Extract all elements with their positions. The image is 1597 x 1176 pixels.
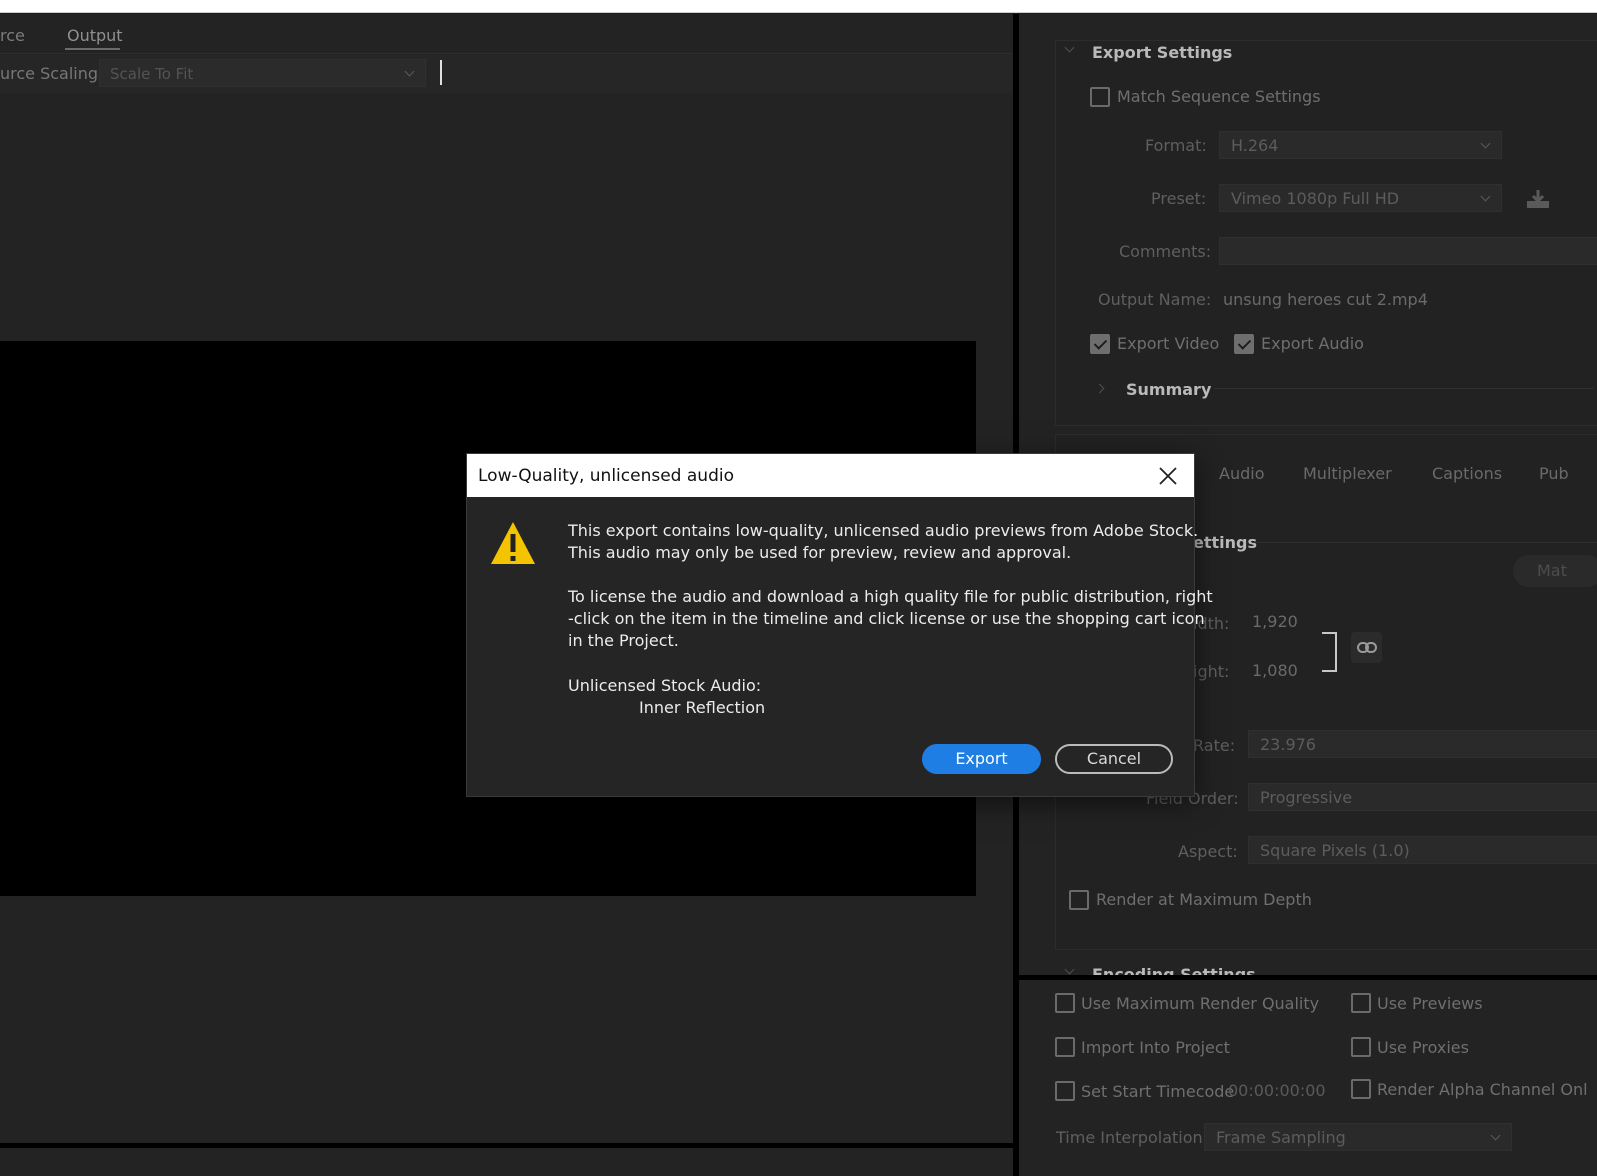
time-interpolation-value: Frame Sampling: [1216, 1128, 1346, 1147]
dialog-message-line: This audio may only be used for preview,…: [568, 543, 1072, 562]
height-value[interactable]: 1,080: [1252, 661, 1298, 680]
unlicensed-track-name: Inner Reflection: [639, 698, 766, 717]
tab-active-underline: [65, 48, 120, 50]
match-sequence-label: Match Sequence Settings: [1117, 87, 1321, 106]
constrain-proportions-button[interactable]: [1351, 632, 1382, 663]
link-icon: [1357, 642, 1377, 653]
time-interpolation-label: Time Interpolation:: [1056, 1128, 1209, 1147]
match-source-label: Mat: [1537, 561, 1567, 580]
export-button[interactable]: Export: [922, 744, 1041, 774]
save-preset-icon[interactable]: [1525, 188, 1551, 214]
import-into-project-label: Import Into Project: [1081, 1038, 1230, 1057]
unlicensed-stock-audio-label: Unlicensed Stock Audio:: [568, 676, 762, 695]
unlicensed-audio-dialog: Low-Quality, unlicensed audio This expor…: [466, 453, 1213, 797]
chevron-down-icon: [1480, 191, 1491, 202]
preset-value: Vimeo 1080p Full HD: [1231, 189, 1400, 208]
source-scaling-label: urce Scaling:: [0, 64, 104, 83]
use-previews-label: Use Previews: [1377, 994, 1483, 1013]
dialog-title-bar: Low-Quality, unlicensed audio: [467, 454, 1194, 497]
window-top-bar: [0, 0, 1597, 13]
export-audio-label: Export Audio: [1261, 334, 1364, 353]
dialog-title: Low-Quality, unlicensed audio: [478, 466, 734, 486]
render-alpha-checkbox[interactable]: [1351, 1079, 1371, 1099]
export-video-label: Export Video: [1117, 334, 1220, 353]
height-label: ight:: [1193, 662, 1230, 681]
frame-rate-dropdown[interactable]: 23.976: [1248, 730, 1597, 758]
preset-dropdown[interactable]: Vimeo 1080p Full HD: [1219, 184, 1502, 212]
left-pane-bottom-rule: [0, 1143, 1013, 1148]
warning-triangle-icon: [490, 520, 536, 570]
tab-source[interactable]: rce: [0, 26, 25, 45]
chevron-down-icon: [1480, 138, 1491, 149]
aspect-value: Square Pixels (1.0): [1260, 841, 1410, 860]
use-proxies-label: Use Proxies: [1377, 1038, 1469, 1057]
field-order-dropdown[interactable]: Progressive: [1248, 783, 1597, 811]
dialog-message-line: This export contains low-quality, unlice…: [568, 521, 1199, 540]
aspect-dropdown[interactable]: Square Pixels (1.0): [1248, 836, 1597, 864]
frame-rate-value: 23.976: [1260, 735, 1316, 754]
render-max-depth-checkbox[interactable]: [1069, 890, 1089, 910]
output-name-link[interactable]: unsung heroes cut 2.mp4: [1223, 290, 1428, 309]
tab-audio[interactable]: Audio: [1219, 464, 1264, 483]
source-scaling-dropdown[interactable]: Scale To Fit: [99, 59, 426, 87]
render-alpha-label: Render Alpha Channel Onl: [1377, 1080, 1588, 1099]
format-label: Format:: [1145, 136, 1207, 155]
start-timecode-value[interactable]: 00:00:00:00: [1228, 1081, 1326, 1100]
format-dropdown[interactable]: H.264: [1219, 131, 1502, 159]
cancel-button[interactable]: Cancel: [1055, 744, 1173, 774]
width-value[interactable]: 1,920: [1252, 612, 1298, 631]
export-settings-title: Export Settings: [1092, 43, 1233, 62]
aspect-link-bracket: [1322, 632, 1337, 672]
match-source-button[interactable]: Mat: [1513, 555, 1597, 587]
source-scaling-value: Scale To Fit: [110, 65, 194, 83]
chevron-down-icon: [1490, 1130, 1501, 1141]
tab-captions[interactable]: Captions: [1432, 464, 1502, 483]
time-interpolation-dropdown[interactable]: Frame Sampling: [1204, 1123, 1512, 1151]
summary-title[interactable]: Summary: [1126, 380, 1211, 399]
text-cursor: [440, 60, 442, 85]
output-name-label: Output Name:: [1098, 290, 1212, 309]
use-previews-checkbox[interactable]: [1351, 993, 1371, 1013]
import-into-project-checkbox[interactable]: [1055, 1037, 1075, 1057]
use-max-render-quality-checkbox[interactable]: [1055, 993, 1075, 1013]
dialog-message-line: -click on the item in the timeline and c…: [568, 609, 1205, 628]
tab-publish[interactable]: Pub: [1539, 464, 1569, 483]
chevron-down-icon: [404, 66, 415, 77]
video-settings-title: ettings: [1193, 533, 1257, 552]
set-start-timecode-checkbox[interactable]: [1055, 1081, 1075, 1101]
left-tab-bar: rce Output: [0, 14, 1013, 54]
tab-multiplexer[interactable]: Multiplexer: [1303, 464, 1392, 483]
preset-label: Preset:: [1151, 189, 1207, 208]
match-sequence-checkbox[interactable]: [1090, 87, 1110, 107]
tab-output[interactable]: Output: [67, 26, 123, 45]
format-value: H.264: [1231, 136, 1279, 155]
dialog-message-line: in the Project.: [568, 631, 679, 650]
dialog-message-line: To license the audio and download a high…: [568, 587, 1213, 606]
render-max-depth-label: Render at Maximum Depth: [1096, 890, 1312, 909]
use-proxies-checkbox[interactable]: [1351, 1037, 1371, 1057]
export-audio-checkbox[interactable]: [1234, 334, 1254, 354]
comments-label: Comments:: [1119, 242, 1212, 261]
comments-input[interactable]: [1219, 237, 1597, 265]
use-max-render-quality-label: Use Maximum Render Quality: [1081, 994, 1320, 1013]
source-scaling-row: urce Scaling: Scale To Fit: [0, 55, 1013, 93]
summary-rule: [1214, 388, 1594, 389]
frame-rate-label: Rate:: [1193, 736, 1236, 755]
export-video-checkbox[interactable]: [1090, 334, 1110, 354]
set-start-timecode-label: Set Start Timecode: [1081, 1082, 1235, 1101]
video-settings-rule: [1252, 542, 1597, 543]
aspect-label: Aspect:: [1178, 842, 1238, 861]
field-order-value: Progressive: [1260, 788, 1353, 807]
close-icon[interactable]: [1155, 463, 1181, 489]
